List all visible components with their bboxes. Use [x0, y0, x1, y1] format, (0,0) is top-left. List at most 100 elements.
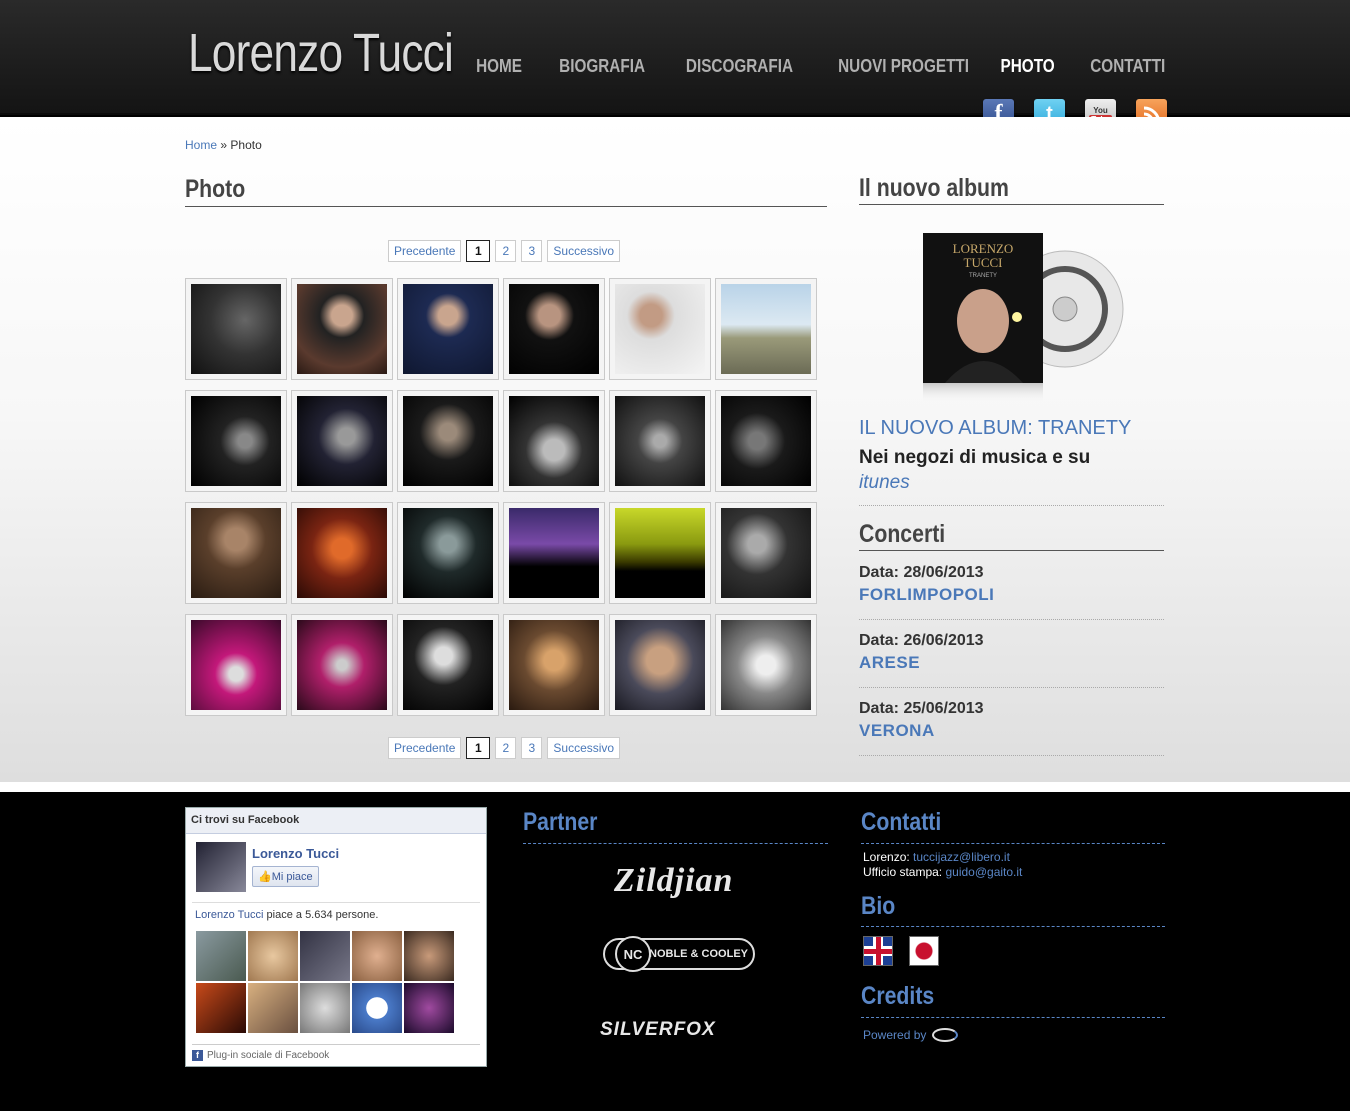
- site-footer: Ci trovi su Facebook Lorenzo Tucci 👍Mi p…: [0, 782, 1350, 1111]
- nav-nuovi-progetti[interactable]: NUOVI PROGETTI: [838, 56, 969, 77]
- breadcrumb-current: Photo: [230, 138, 262, 152]
- divider: [861, 926, 1165, 927]
- title-divider: [185, 206, 827, 207]
- itunes-link[interactable]: itunes: [859, 472, 910, 494]
- gallery-thumb[interactable]: [291, 278, 393, 380]
- concert-city[interactable]: FORLIMPOPOLI: [859, 585, 994, 605]
- prev-page-button[interactable]: Precedente: [388, 240, 462, 262]
- gallery-thumb[interactable]: [715, 614, 817, 716]
- page-3-button[interactable]: 3: [521, 240, 543, 262]
- page-1-button[interactable]: 1: [466, 240, 491, 262]
- gallery-thumb[interactable]: [185, 502, 287, 604]
- gallery-thumb[interactable]: [715, 278, 817, 380]
- divider: [523, 843, 828, 844]
- partner-title: Partner: [523, 808, 598, 836]
- gallery-thumb[interactable]: [715, 502, 817, 604]
- album-section-title: Il nuovo album: [859, 174, 1009, 202]
- facebook-like-count: Lorenzo Tucci piace a 5.634 persone.: [195, 909, 379, 921]
- silverfox-logo[interactable]: SILVERFOX: [600, 1019, 716, 1041]
- facebook-profile: Lorenzo Tucci 👍Mi piace: [196, 842, 339, 892]
- fan-avatar[interactable]: [248, 983, 298, 1033]
- gallery-thumb[interactable]: [609, 278, 711, 380]
- page-1-button[interactable]: 1: [466, 737, 491, 759]
- gallery-thumb[interactable]: [503, 614, 605, 716]
- divider: [859, 755, 1164, 756]
- concerti-title: Concerti: [859, 520, 946, 548]
- nav-discografia[interactable]: DISCOGRAFIA: [686, 56, 793, 77]
- avatar[interactable]: [196, 842, 246, 892]
- facebook-page-name[interactable]: Lorenzo Tucci: [252, 846, 339, 861]
- page-2-button[interactable]: 2: [495, 240, 517, 262]
- gallery-thumb[interactable]: [397, 614, 499, 716]
- gallery-thumb[interactable]: [185, 390, 287, 492]
- gallery-thumb[interactable]: [397, 278, 499, 380]
- press-email-link[interactable]: guido@gaito.it: [945, 865, 1022, 879]
- nav-biografia[interactable]: BIOGRAFIA: [559, 56, 645, 77]
- next-page-button[interactable]: Successivo: [547, 737, 621, 759]
- divider: [859, 505, 1164, 506]
- bio-title: Bio: [861, 892, 896, 920]
- album-link[interactable]: IL NUOVO ALBUM: TRANETY: [859, 417, 1131, 440]
- nav-photo[interactable]: PHOTO: [1001, 56, 1055, 77]
- contact-info: Lorenzo: tuccijazz@libero.it Ufficio sta…: [863, 850, 1023, 879]
- fan-avatar[interactable]: [196, 983, 246, 1033]
- credits-title: Credits: [861, 982, 935, 1010]
- concert-date: Data: 26/06/2013: [859, 632, 984, 649]
- gallery-thumb[interactable]: [609, 390, 711, 492]
- facebook-plugin-footer: f Plug-in sociale di Facebook: [192, 1044, 480, 1061]
- gallery-thumb[interactable]: [397, 390, 499, 492]
- lorenzo-email-link[interactable]: tuccijazz@libero.it: [913, 850, 1010, 864]
- svg-text:LORENZO: LORENZO: [953, 241, 1014, 256]
- svg-text:TRANETY: TRANETY: [969, 273, 997, 279]
- gallery-thumb[interactable]: [397, 502, 499, 604]
- gallery-thumb[interactable]: [291, 390, 393, 492]
- album-divider: [859, 204, 1164, 205]
- divider: [859, 687, 1164, 688]
- zildjian-logo[interactable]: Zildjian: [614, 862, 733, 900]
- facebook-like-button[interactable]: 👍Mi piace: [252, 866, 319, 887]
- next-page-button[interactable]: Successivo: [547, 240, 621, 262]
- album-cover[interactable]: LORENZO TUCCI TRANETY: [905, 229, 1125, 409]
- thumbs-up-icon: 👍: [258, 871, 272, 883]
- concert-city[interactable]: VERONA: [859, 721, 984, 741]
- site-logo[interactable]: Lorenzo Tucci: [188, 22, 454, 84]
- gallery-thumb[interactable]: [715, 390, 817, 492]
- divider: [859, 619, 1164, 620]
- fan-avatar[interactable]: [352, 983, 402, 1033]
- facebook-like-box: Ci trovi su Facebook Lorenzo Tucci 👍Mi p…: [185, 807, 487, 1067]
- gallery-thumb[interactable]: [609, 502, 711, 604]
- concert-city[interactable]: ARESE: [859, 653, 984, 673]
- breadcrumb-home[interactable]: Home: [185, 138, 217, 152]
- gallery-thumb[interactable]: [503, 502, 605, 604]
- divider: [861, 1017, 1165, 1018]
- concerti-divider: [859, 550, 1164, 551]
- fan-avatar[interactable]: [196, 931, 246, 981]
- gallery-thumb[interactable]: [291, 614, 393, 716]
- nav-contatti[interactable]: CONTATTI: [1090, 56, 1165, 77]
- uk-flag-icon[interactable]: [863, 936, 893, 966]
- gallery-thumb[interactable]: [503, 390, 605, 492]
- fan-avatar[interactable]: [248, 931, 298, 981]
- fan-avatar[interactable]: [300, 931, 350, 981]
- concert-item: Data: 26/06/2013 ARESE: [859, 632, 984, 673]
- page-3-button[interactable]: 3: [521, 737, 543, 759]
- japan-flag-icon[interactable]: [909, 936, 939, 966]
- facebook-fans-grid: [196, 931, 454, 1033]
- fan-avatar[interactable]: [404, 931, 454, 981]
- gallery-thumb[interactable]: [185, 278, 287, 380]
- page-2-button[interactable]: 2: [495, 737, 517, 759]
- main-content: Home » Photo Photo Precedente 1 2 3 Succ…: [0, 117, 1350, 782]
- contatti-title: Contatti: [861, 808, 942, 836]
- gallery-thumb[interactable]: [503, 278, 605, 380]
- fan-avatar[interactable]: [300, 983, 350, 1033]
- fan-avatar[interactable]: [352, 931, 402, 981]
- nav-home[interactable]: HOME: [476, 56, 522, 77]
- gallery-thumb[interactable]: [609, 614, 711, 716]
- noble-cooley-logo[interactable]: NC NOBLE & COOLEY: [603, 936, 755, 972]
- fan-avatar[interactable]: [404, 983, 454, 1033]
- prev-page-button[interactable]: Precedente: [388, 737, 462, 759]
- gallery-thumb[interactable]: [185, 614, 287, 716]
- powered-by[interactable]: Powered by: [863, 1028, 959, 1042]
- gallery-thumb[interactable]: [291, 502, 393, 604]
- pagination-bottom: Precedente 1 2 3 Successivo: [388, 737, 621, 759]
